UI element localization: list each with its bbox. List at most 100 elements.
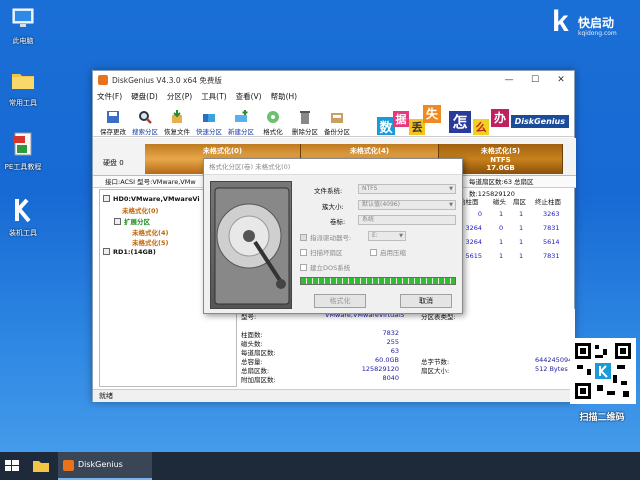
dialog-title[interactable]: 格式化分区(卷) 未格式化(0) [204,159,462,175]
chevron-down-icon: ▼ [449,186,453,192]
filesystem-select[interactable]: NTFS ▼ [358,184,456,194]
format-icon [267,111,279,123]
tool-label: 删除分区 [292,128,318,136]
table-header: 始柱面 磁头 扇区 终止柱面 [459,196,575,206]
volume-label-label: 卷标: [330,218,346,226]
checkbox-box [300,234,307,241]
cell: 1 [519,224,524,232]
detail-value: 512 Bytes [535,365,568,373]
cell: 1 [499,252,504,260]
banner-tile: 办 [491,109,509,127]
table-row[interactable]: 5615 1 1 7831 [459,252,575,262]
search-icon [139,111,152,124]
tree-node-label: 扩展分区 [124,218,150,226]
banner-tile: 失 [423,105,441,123]
title-bar[interactable]: DiskGenius V4.3.0 x64 免费版 — ☐ ✕ [93,71,574,89]
status-bar: 就绪 [93,389,576,402]
table-row[interactable]: 3264 1 1 5614 [459,238,575,248]
disk-label: 硬盘 0 [103,159,124,167]
expand-icon[interactable] [114,218,121,225]
volume-label-input[interactable]: 系统 [358,215,456,225]
menu-partition[interactable]: 分区(P) [167,91,192,102]
detail-label: 附加扇区数: [241,376,276,384]
column-header: 磁头 [493,198,506,206]
table-row[interactable]: 0 1 1 3263 [459,210,575,220]
desktop-icon-label: PE工具教程 [4,163,42,171]
menu-view[interactable]: 查看(V) [236,91,262,102]
enable-compression-checkbox[interactable]: 启用压缩 [370,247,406,257]
table-row[interactable]: 3264 0 1 7831 [459,224,575,234]
desktop-icon-install-tool[interactable]: 装机工具 [0,196,46,238]
start-button[interactable] [0,452,24,480]
close-button[interactable]: ✕ [548,71,574,89]
checkbox-label: 建立DOS系统 [310,264,351,272]
assign-drive-checkbox[interactable]: 指派驱动器号: [300,232,351,242]
maximize-button[interactable]: ☐ [522,71,548,89]
tree-node-unformatted-0[interactable]: 未格式化(0) [122,205,158,215]
detail-value: 60.0GB [375,356,399,364]
cell: 7831 [543,252,560,260]
tree-node-extended[interactable]: 扩展分区 [114,216,150,226]
kuaiqi-icon [15,198,31,223]
expand-icon[interactable] [103,195,110,202]
backup-partition-icon [331,113,343,123]
disk-info-left: 接口:ACSI 型号:VMware,VMw [105,178,196,186]
delete-partition-button[interactable]: 删除分区 [289,104,321,136]
taskbar-file-explorer[interactable] [30,456,52,476]
filesystem-value: NTFS [362,185,378,192]
checkbox-label: 扫描坏扇区 [310,249,343,257]
checkbox-box [370,249,377,256]
cell: 3263 [543,210,560,218]
ad-banner[interactable]: 数 据 丢 失 怎 么 办 DiskGenius [373,103,573,137]
cell: 5614 [543,238,560,246]
tool-label: 搜索分区 [132,128,158,136]
partition-name: 未格式化(0) [202,147,243,155]
drive-letter-select[interactable]: E: ▼ [368,231,406,241]
computer-icon [12,8,34,27]
format-button[interactable]: 格式化 [257,104,289,136]
taskbar-diskgenius[interactable]: DiskGenius V4.3.0... [58,452,152,480]
menu-tools[interactable]: 工具(T) [201,91,226,102]
hard-disk-icon [214,187,290,305]
tree-node-hd0[interactable]: HD0:VMware,VMwareVi [103,195,200,203]
minimize-button[interactable]: — [496,71,522,89]
disk-details-panel: 型号: VMware,VMwareVirtualS 分区表类型: 柱面数: 78… [239,309,581,387]
menu-file[interactable]: 文件(F) [97,91,122,102]
cancel-button[interactable]: 取消 [400,294,452,308]
save-changes-button[interactable]: 保存更改 [97,104,129,136]
format-start-button[interactable]: 格式化 [314,294,366,308]
scan-bad-sectors-checkbox[interactable]: 扫描坏扇区 [300,247,343,257]
window-title: DiskGenius V4.3.0 x64 免费版 [112,75,222,85]
desktop-icon-pe-tutorial[interactable]: PE工具教程 [0,130,46,172]
cell: 7831 [543,224,560,232]
banner-tile: 怎 [449,111,471,133]
recover-file-button[interactable]: 恢复文件 [161,104,193,136]
create-dos-checkbox[interactable]: 建立DOS系统 [300,262,350,272]
windows-logo-icon [5,460,19,471]
backup-partition-button[interactable]: 备份分区 [321,104,353,136]
menu-disk[interactable]: 硬盘(D) [131,91,158,102]
filesystem-label: 文件系统: [314,187,343,195]
search-partition-button[interactable]: 搜索分区 [129,104,161,136]
desktop-icon-computer[interactable]: 此电脑 [0,4,46,46]
tree-node-label: HD0:VMware,VMwareVi [113,195,200,203]
tool-label: 恢复文件 [164,128,190,136]
detail-value: 125829120 [361,365,399,373]
cell: 0 [477,210,482,218]
tree-node-unformatted-4[interactable]: 未格式化(4) [132,227,168,237]
desktop-icon-tools-folder[interactable]: 常用工具 [0,66,46,108]
cluster-size-select[interactable]: 默认值(4096) ▼ [358,200,456,210]
pdf-doc-icon [13,132,32,156]
quick-partition-button[interactable]: 快速分区 [193,104,225,136]
cell: 3264 [465,238,482,246]
menu-help[interactable]: 帮助(H) [271,91,298,102]
tree-node-unformatted-5[interactable]: 未格式化(5) [132,237,168,247]
folder-icon [33,461,49,472]
cell: 3264 [465,224,482,232]
expand-icon[interactable] [103,248,110,255]
detail-value: 255 [386,338,399,346]
folder-icon [12,74,34,89]
detail-value: 63 [390,347,399,355]
tree-node-rd1[interactable]: RD1:(14GB) [103,248,156,256]
new-partition-button[interactable]: 新建分区 [225,104,257,136]
